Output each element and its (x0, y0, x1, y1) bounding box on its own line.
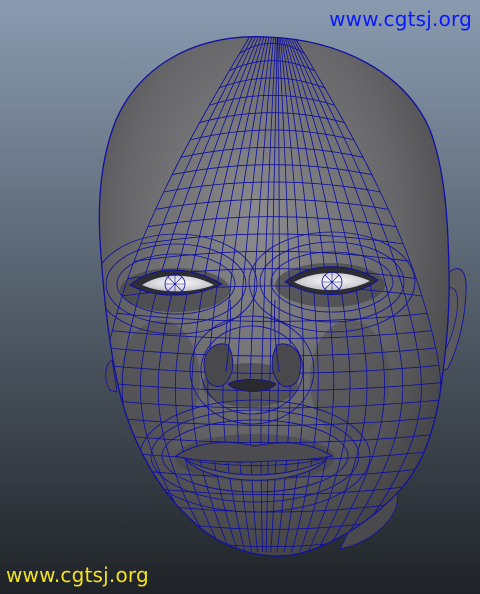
head-mesh-render (0, 0, 480, 594)
watermark-top: www.cgtsj.org (329, 7, 472, 31)
watermark-bottom: www.cgtsj.org (6, 563, 149, 587)
maya-3d-viewport[interactable] (0, 0, 480, 594)
